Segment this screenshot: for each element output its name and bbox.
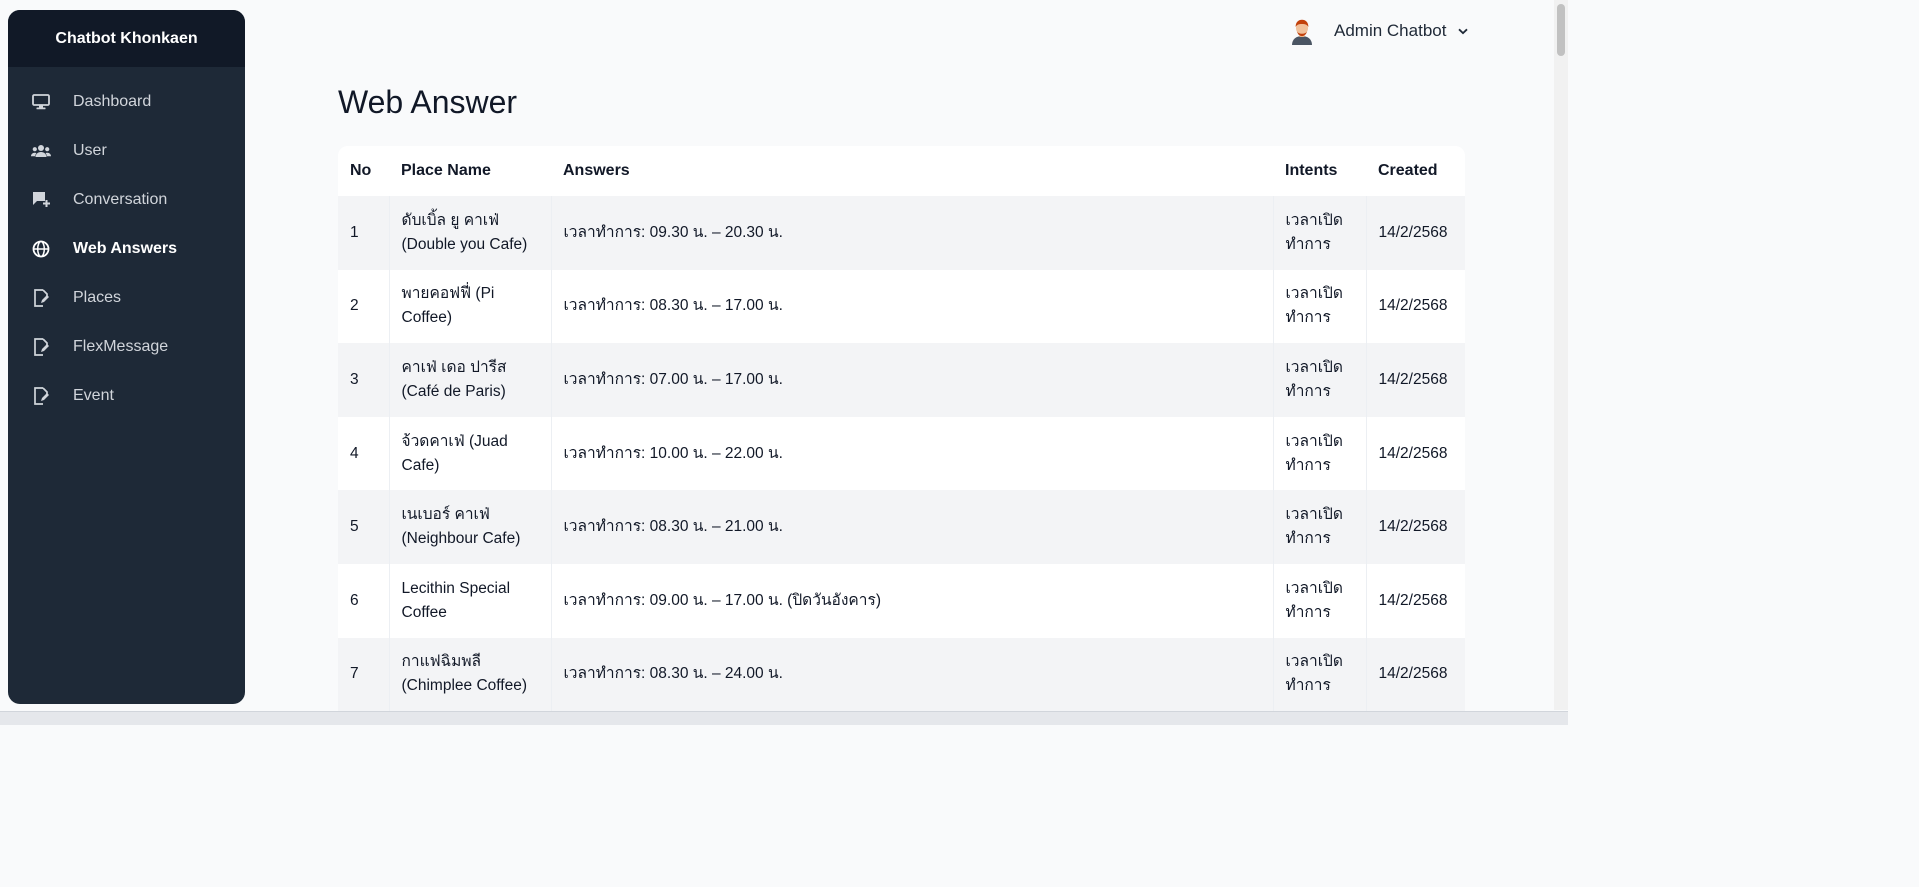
monitor-icon [30, 91, 52, 113]
cell-intent: เวลาเปิดทำการ [1273, 637, 1367, 712]
column-header-answers: Answers [551, 146, 1273, 196]
cell-no: 3 [338, 343, 390, 417]
column-header-no: No [338, 146, 389, 196]
sidebar-item-places[interactable]: Places [8, 273, 245, 322]
scrollbar-thumb[interactable] [1557, 4, 1565, 56]
sidebar-item-web-answers[interactable]: Web Answers [8, 224, 245, 273]
users-icon [30, 140, 52, 162]
cell-created: 14/2/2568 [1366, 196, 1465, 270]
cell-place-name: จ้วดคาเฟ่ (Juad Cafe) [389, 416, 552, 491]
file-edit-icon [30, 385, 52, 407]
cell-answer: เวลาทำการ: 10.00 น. – 22.00 น. [551, 416, 1274, 491]
cell-answer: เวลาทำการ: 09.30 น. – 20.30 น. [551, 196, 1274, 270]
sidebar-item-label: Event [73, 386, 114, 404]
sidebar-item-user[interactable]: User [8, 126, 245, 175]
cell-created: 14/2/2568 [1366, 416, 1465, 491]
cell-created: 14/2/2568 [1366, 563, 1465, 638]
chevron-down-icon [1458, 22, 1469, 40]
cell-answer: เวลาทำการ: 07.00 น. – 17.00 น. [551, 343, 1274, 417]
cell-answer: เวลาทำการ: 09.00 น. – 17.00 น. (ปิดวันอั… [551, 563, 1274, 638]
sidebar: Chatbot Khonkaen Dashboard User Conversa… [8, 10, 245, 704]
app-root: Chatbot Khonkaen Dashboard User Conversa… [0, 0, 1568, 725]
sidebar-item-label: Places [73, 288, 122, 306]
page-title: Web Answer [338, 84, 518, 120]
cell-created: 14/2/2568 [1366, 269, 1465, 344]
cell-created: 14/2/2568 [1366, 343, 1465, 417]
cell-created: 14/2/2568 [1366, 490, 1465, 564]
file-edit-icon [30, 336, 52, 358]
table-row[interactable]: 6 Lecithin Special Coffee เวลาทำการ: 09.… [338, 563, 1465, 638]
sidebar-item-label: User [73, 141, 107, 159]
cell-no: 5 [338, 490, 390, 564]
table-row[interactable]: 5 เนเบอร์ คาเฟ่ (Neighbour Cafe) เวลาทำก… [338, 490, 1465, 564]
column-header-place-name: Place Name [389, 146, 551, 196]
cell-no: 6 [338, 563, 390, 638]
web-answers-table: No Place Name Answers Intents Created 1 … [338, 146, 1465, 712]
cell-intent: เวลาเปิดทำการ [1273, 416, 1367, 491]
user-menu[interactable]: Admin Chatbot [1288, 14, 1469, 48]
cell-answer: เวลาทำการ: 08.30 น. – 21.00 น. [551, 490, 1274, 564]
cell-answer: เวลาทำการ: 08.30 น. – 17.00 น. [551, 269, 1274, 344]
cell-no: 1 [338, 196, 390, 270]
cell-intent: เวลาเปิดทำการ [1273, 343, 1367, 417]
table-header-row: No Place Name Answers Intents Created [338, 146, 1465, 196]
cell-place-name: พายคอฟฟี่ (Pi Coffee) [389, 269, 552, 344]
table-row[interactable]: 3 คาเฟ่ เดอ ปารีส (Café de Paris) เวลาทำ… [338, 343, 1465, 417]
cell-intent: เวลาเปิดทำการ [1273, 196, 1367, 270]
cell-answer: เวลาทำการ: 08.30 น. – 24.00 น. [551, 637, 1274, 712]
sidebar-item-label: Dashboard [73, 92, 152, 110]
sidebar-item-label: Web Answers [73, 239, 178, 257]
cell-no: 7 [338, 637, 390, 712]
cell-no: 2 [338, 269, 390, 344]
cell-place-name: กาแฟฉิมพลี (Chimplee Coffee) [389, 637, 552, 712]
page-scrollbar[interactable] [1554, 0, 1568, 710]
os-taskbar [0, 711, 1568, 725]
brand-title: Chatbot Khonkaen [8, 10, 245, 67]
sidebar-item-event[interactable]: Event [8, 371, 245, 420]
cell-place-name: ดับเบิ้ล ยู คาเฟ่ (Double you Cafe) [389, 196, 552, 270]
table-row[interactable]: 1 ดับเบิ้ล ยู คาเฟ่ (Double you Cafe) เว… [338, 196, 1465, 270]
sidebar-item-label: FlexMessage [73, 337, 169, 355]
cell-no: 4 [338, 416, 390, 491]
cell-place-name: เนเบอร์ คาเฟ่ (Neighbour Cafe) [389, 490, 552, 564]
cell-place-name: คาเฟ่ เดอ ปารีส (Café de Paris) [389, 343, 552, 417]
cell-intent: เวลาเปิดทำการ [1273, 563, 1367, 638]
globe-icon [30, 238, 52, 260]
sidebar-nav: Dashboard User Conversation Web Answers [8, 67, 245, 420]
sidebar-item-dashboard[interactable]: Dashboard [8, 77, 245, 126]
table-row[interactable]: 7 กาแฟฉิมพลี (Chimplee Coffee) เวลาทำการ… [338, 637, 1465, 712]
file-edit-icon [30, 287, 52, 309]
sidebar-item-conversation[interactable]: Conversation [8, 175, 245, 224]
column-header-intents: Intents [1273, 146, 1366, 196]
column-header-created: Created [1366, 146, 1465, 196]
avatar [1288, 17, 1316, 45]
table-row[interactable]: 4 จ้วดคาเฟ่ (Juad Cafe) เวลาทำการ: 10.00… [338, 416, 1465, 491]
table-row[interactable]: 2 พายคอฟฟี่ (Pi Coffee) เวลาทำการ: 08.30… [338, 269, 1465, 344]
cell-intent: เวลาเปิดทำการ [1273, 490, 1367, 564]
cell-created: 14/2/2568 [1366, 637, 1465, 712]
user-name: Admin Chatbot [1334, 21, 1447, 40]
chat-add-icon [30, 189, 52, 211]
cell-intent: เวลาเปิดทำการ [1273, 269, 1367, 344]
sidebar-item-label: Conversation [73, 190, 168, 208]
sidebar-item-flexmessage[interactable]: FlexMessage [8, 322, 245, 371]
cell-place-name: Lecithin Special Coffee [389, 563, 552, 638]
